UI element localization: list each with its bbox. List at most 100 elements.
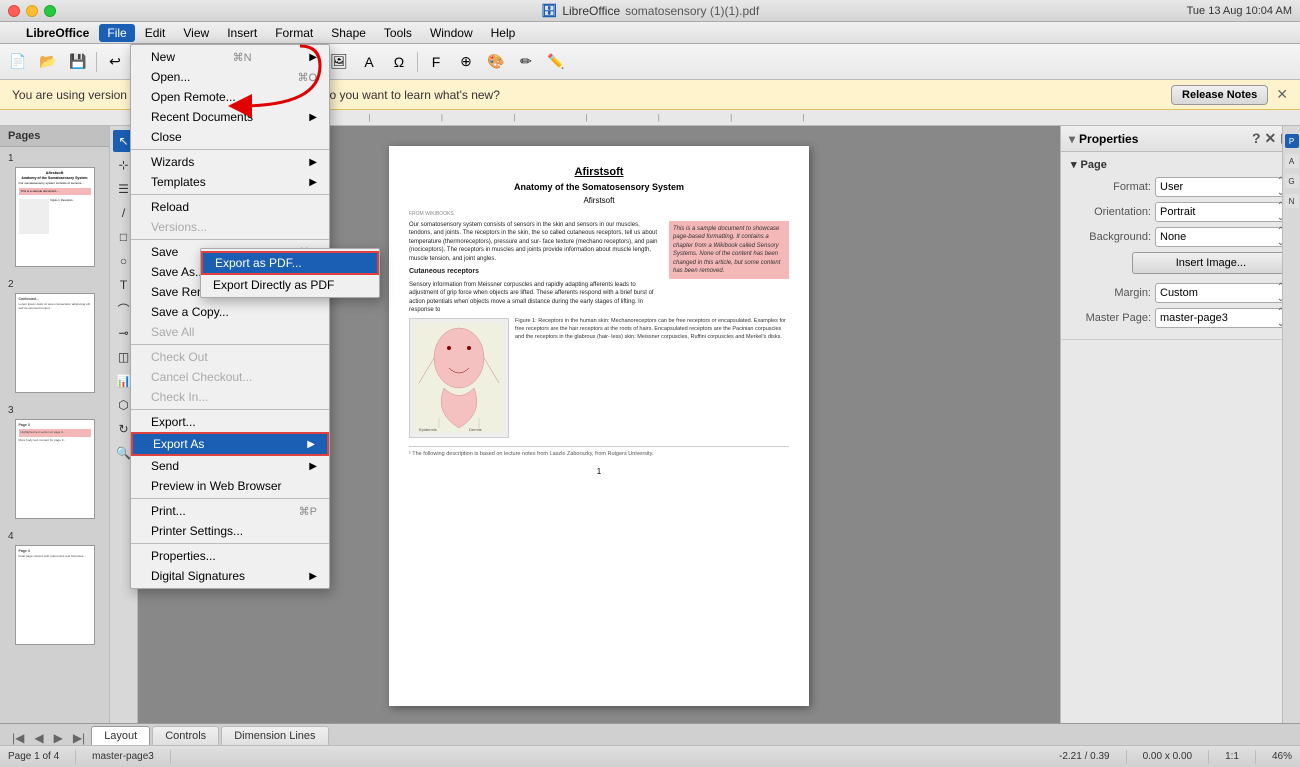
format-value-control[interactable]: User ⌃⌄ <box>1155 177 1290 197</box>
orientation-value-control[interactable]: Portrait ⌃⌄ <box>1155 202 1290 222</box>
close-button[interactable] <box>8 5 20 17</box>
prop-tab-styles[interactable]: P <box>1285 134 1299 148</box>
draw-btn[interactable]: ✏ <box>512 49 540 75</box>
fm-sep-2 <box>131 194 329 195</box>
tab-nav-next[interactable]: ▶ <box>50 731 67 745</box>
page-thumb-2[interactable]: 2 Continued... Lorem ipsum dolor sit ame… <box>0 273 109 399</box>
menu-open[interactable]: Open... ⌘O <box>131 67 329 87</box>
highlight-btn[interactable]: ✏️ <box>542 49 570 75</box>
page-label-3: 3 <box>8 405 101 416</box>
prop-tab-nav[interactable]: N <box>1285 194 1299 208</box>
color-btn[interactable]: 🎨 <box>482 49 510 75</box>
menu-cancel-checkout-label: Cancel Checkout... <box>151 370 252 384</box>
menu-insert[interactable]: Insert <box>219 24 265 42</box>
master-page-row: Master Page: master-page3 ⌃⌄ <box>1071 308 1290 328</box>
menu-recent-docs[interactable]: Recent Documents ▶ <box>131 107 329 127</box>
coordinates: -2.21 / 0.39 <box>1059 751 1110 762</box>
menu-open-remote[interactable]: Open Remote... <box>131 87 329 107</box>
menu-window[interactable]: Window <box>422 24 481 42</box>
menu-cancel-checkout: Cancel Checkout... <box>131 367 329 387</box>
object-size: 0.00 x 0.00 <box>1143 751 1192 762</box>
menu-export[interactable]: Export... <box>131 412 329 432</box>
menu-reload-label: Reload <box>151 200 189 214</box>
menu-versions-label: Versions... <box>151 220 207 234</box>
tab-layout[interactable]: Layout <box>91 726 150 745</box>
menu-properties[interactable]: Properties... <box>131 546 329 566</box>
tab-controls[interactable]: Controls <box>152 726 219 745</box>
page-thumb-4[interactable]: 4 Page 4 Final page content with referen… <box>0 525 109 651</box>
font-btn[interactable]: F <box>422 49 450 75</box>
open-btn[interactable]: 📂 <box>34 49 62 75</box>
menu-send[interactable]: Send ▶ <box>131 456 329 476</box>
menu-preview-web[interactable]: Preview in Web Browser <box>131 476 329 496</box>
master-page-value-control[interactable]: master-page3 ⌃⌄ <box>1155 308 1290 328</box>
menu-digital-sig[interactable]: Digital Signatures ▶ <box>131 566 329 586</box>
save-btn[interactable]: 💾 <box>64 49 92 75</box>
prop-help-icon[interactable]: ? <box>1252 130 1261 147</box>
menu-file[interactable]: File <box>99 24 134 42</box>
release-notes-button[interactable]: Release Notes <box>1171 85 1268 105</box>
zoom-percent: 46% <box>1272 751 1292 762</box>
menu-format[interactable]: Format <box>267 24 321 42</box>
menu-recent-arrow: ▶ <box>309 112 317 123</box>
background-label: Background: <box>1071 231 1151 243</box>
page-properties-section: ▾ Page Format: User ⌃⌄ Orientation: Port… <box>1061 152 1300 340</box>
tab-nav-last[interactable]: ▶| <box>69 731 89 745</box>
menu-new-label: New <box>151 50 175 64</box>
insert-image-button[interactable]: Insert Image... <box>1132 252 1290 274</box>
notification-close-icon[interactable]: ✕ <box>1276 86 1288 103</box>
menu-new[interactable]: New ⌘N ▶ <box>131 47 329 67</box>
menu-edit[interactable]: Edit <box>137 24 174 42</box>
page-thumb-3[interactable]: 3 Page 3 Highlighted text section on pag… <box>0 399 109 525</box>
menu-print-shortcut: ⌘P <box>299 505 317 518</box>
status-sep-3 <box>1126 750 1127 764</box>
menu-properties-label: Properties... <box>151 549 216 563</box>
nav-btn[interactable]: ⊕ <box>452 49 480 75</box>
orientation-row: Orientation: Portrait ⌃⌄ <box>1071 202 1290 222</box>
prop-tab-styles2[interactable]: A <box>1285 154 1299 168</box>
menu-templates[interactable]: Templates ▶ <box>131 172 329 192</box>
menu-wizards[interactable]: Wizards ▶ <box>131 152 329 172</box>
tab-dimension-lines[interactable]: Dimension Lines <box>221 726 328 745</box>
doc-cutaneous-text: Sensory information from Meissner corpus… <box>409 281 661 315</box>
maximize-button[interactable] <box>44 5 56 17</box>
page-style: master-page3 <box>92 751 154 762</box>
new-btn[interactable]: 📄 <box>4 49 32 75</box>
menu-versions: Versions... <box>131 217 329 237</box>
special-char-btn[interactable]: Ω <box>385 49 413 75</box>
title-bar-right: Tue 13 Aug 10:04 AM <box>1187 5 1292 17</box>
format-label: Format: <box>1071 181 1151 193</box>
menu-export-as[interactable]: Export As ▶ <box>131 432 329 456</box>
menu-print[interactable]: Print... ⌘P <box>131 501 329 521</box>
tab-nav-first[interactable]: |◀ <box>8 731 28 745</box>
tab-nav-prev[interactable]: ◀ <box>30 731 47 745</box>
text-btn[interactable]: A <box>355 49 383 75</box>
export-as-pdf[interactable]: Export as PDF... <box>201 251 379 275</box>
datetime: Tue 13 Aug 10:04 AM <box>1187 5 1292 17</box>
doc-source: FROM WIKIBOOKS <box>409 211 789 217</box>
menu-save-copy[interactable]: Save a Copy... <box>131 302 329 322</box>
menu-reload[interactable]: Reload <box>131 197 329 217</box>
page-thumb-1[interactable]: 1 Afirstsoft Anatomy of the Somatosensor… <box>0 147 109 273</box>
menu-printer-settings[interactable]: Printer Settings... <box>131 521 329 541</box>
undo-btn[interactable]: ↩ <box>101 49 129 75</box>
export-as-pdf-label: Export as PDF... <box>215 256 302 270</box>
background-value-control[interactable]: None ⌃⌄ <box>1155 227 1290 247</box>
margin-value-control[interactable]: Custom ⌃⌄ <box>1155 283 1290 303</box>
menu-shape[interactable]: Shape <box>323 24 374 42</box>
menu-help[interactable]: Help <box>483 24 524 42</box>
fm-sep-3 <box>131 239 329 240</box>
background-row: Background: None ⌃⌄ <box>1071 227 1290 247</box>
menu-tools[interactable]: Tools <box>376 24 420 42</box>
minimize-button[interactable] <box>26 5 38 17</box>
export-as-submenu: Export as PDF... Export Directly as PDF <box>200 248 380 298</box>
menu-view[interactable]: View <box>175 24 217 42</box>
export-directly-as-pdf[interactable]: Export Directly as PDF <box>201 275 379 295</box>
prop-tab-gallery[interactable]: G <box>1285 174 1299 188</box>
properties-expand-icon[interactable]: ▾ <box>1069 132 1075 146</box>
prop-close-icon[interactable]: ✕ <box>1265 130 1277 147</box>
menu-close[interactable]: Close <box>131 127 329 147</box>
menu-open-shortcut: ⌘O <box>297 71 317 84</box>
app-menu-libreoffice[interactable]: LibreOffice <box>18 24 97 42</box>
doc-footnote: ¹ The following description is based on … <box>409 446 789 457</box>
